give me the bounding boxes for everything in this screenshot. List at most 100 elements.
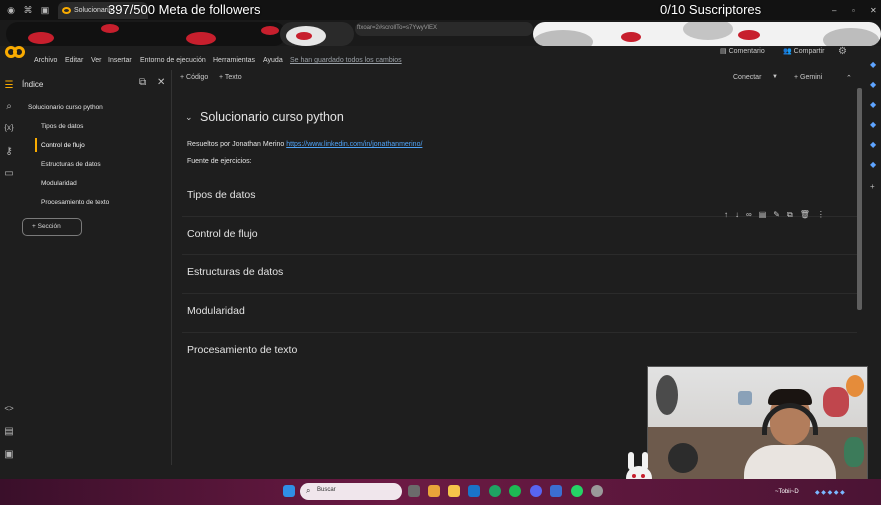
menu-help[interactable]: Ayuda: [263, 57, 283, 64]
toc-item-modularidad[interactable]: Modularidad: [41, 180, 77, 187]
connect-button[interactable]: Conectar: [733, 74, 761, 81]
connect-dropdown-icon[interactable]: ▼: [772, 74, 778, 80]
menu-runtime[interactable]: Entorno de ejecución: [140, 57, 206, 64]
minimize-icon[interactable]: –: [832, 6, 836, 15]
screen: ◉ ⌘ ▣ Solucionario – ▫ ✕ 397/500 Meta de…: [0, 0, 881, 505]
tray-text: ~Tobii~D: [775, 489, 799, 495]
toc-icon[interactable]: ☰: [3, 80, 15, 91]
copy-icon[interactable]: ⧉: [787, 210, 800, 219]
stream-cloud-banner-left: [6, 22, 286, 46]
chrome-icon[interactable]: [489, 485, 501, 497]
share-button[interactable]: 👥 Compartir: [783, 47, 824, 55]
gemini-button[interactable]: + Gemini: [794, 74, 822, 81]
taskbar-search[interactable]: ⌕ Buscar: [300, 483, 402, 500]
section-procesamiento-de-texto[interactable]: Procesamiento de texto: [187, 344, 297, 356]
cell-toolbar: ↑↓∞▤✎⧉🗑⋮: [724, 210, 832, 220]
add-code-button[interactable]: + Código: [180, 74, 208, 81]
tab-title: Solucionario: [74, 7, 113, 14]
obs-icon[interactable]: [591, 485, 603, 497]
comment-icon: ▤: [720, 48, 729, 55]
delete-icon[interactable]: 🗑: [800, 210, 817, 219]
right-extension-bar: ◆ ◆ ◆ ◆ ◆ ◆ +: [866, 46, 881, 466]
scrollbar[interactable]: [857, 88, 862, 310]
comment-button[interactable]: ▤ Comentario: [720, 47, 765, 55]
outlook-icon[interactable]: [468, 485, 480, 497]
code-snippets-icon[interactable]: <>: [3, 404, 15, 413]
gear-icon[interactable]: ⚙: [838, 46, 847, 57]
url-bar[interactable]: ftxoar=2#scrollTo=s7YwyVlEX: [355, 22, 533, 36]
section-modularidad[interactable]: Modularidad: [187, 305, 245, 317]
extension-icon[interactable]: ◆: [870, 140, 876, 149]
followers-goal: 397/500 Meta de followers: [108, 2, 261, 17]
spotify-icon[interactable]: [509, 485, 521, 497]
menu-file[interactable]: Archivo: [34, 57, 57, 64]
menu-insert[interactable]: Insertar: [108, 57, 132, 64]
extension-icon[interactable]: ◆: [870, 60, 876, 69]
maximize-icon[interactable]: ▫: [852, 6, 855, 15]
toc-title: Índice: [22, 80, 44, 89]
store-icon[interactable]: [428, 485, 440, 497]
move-down-icon[interactable]: ↓: [735, 210, 746, 219]
whatsapp-icon[interactable]: [571, 485, 583, 497]
comment-cell-icon[interactable]: ▤: [759, 210, 774, 219]
extension-icon[interactable]: ◆: [870, 100, 876, 109]
add-text-button[interactable]: + Texto: [219, 74, 242, 81]
notebook-title: Solucionario curso python: [200, 110, 344, 124]
edit-pencil-icon[interactable]: ✎: [773, 210, 787, 219]
toc-item-procesamiento-de-texto[interactable]: Procesamiento de texto: [41, 199, 109, 206]
search-icon: ⌕: [306, 486, 311, 495]
close-icon[interactable]: ✕: [157, 77, 165, 88]
menu-view[interactable]: Ver: [91, 57, 102, 64]
terminal-icon[interactable]: ▣: [3, 449, 15, 460]
colab-logo[interactable]: [5, 46, 27, 58]
more-options-icon[interactable]: ⋮: [817, 210, 832, 219]
open-in-tab-icon[interactable]: ⧉: [139, 77, 146, 88]
cell-divider: [182, 293, 857, 294]
section-tipos-de-datos[interactable]: Tipos de datos: [187, 189, 256, 201]
sources-label: Fuente de ejercicios:: [187, 158, 252, 165]
bitwarden-icon[interactable]: [550, 485, 562, 497]
extension-icon[interactable]: ◆: [870, 80, 876, 89]
tab-list-icon[interactable]: ▣: [40, 5, 50, 15]
link-icon[interactable]: ∞: [746, 210, 759, 219]
search-icon[interactable]: ⌕: [3, 101, 15, 112]
variables-icon[interactable]: {x}: [3, 123, 15, 132]
extension-icon[interactable]: ◆: [870, 160, 876, 169]
task-view-icon[interactable]: [408, 485, 420, 497]
menu-tools[interactable]: Herramientas: [213, 57, 255, 64]
profile-icon[interactable]: ◉: [6, 5, 16, 15]
close-window-icon[interactable]: ✕: [870, 6, 877, 15]
author-line: Resueltos por Jonathan Merino https://ww…: [187, 141, 423, 148]
toc-item-estructuras-de-datos[interactable]: Estructuras de datos: [41, 161, 101, 168]
toc-item-control-de-flujo[interactable]: Control de flujo: [41, 142, 85, 149]
saved-status[interactable]: Se han guardado todos los cambios: [290, 57, 402, 64]
people-icon: 👥: [783, 48, 794, 55]
section-estructuras-de-datos[interactable]: Estructuras de datos: [187, 266, 283, 278]
move-up-icon[interactable]: ↑: [724, 210, 735, 219]
tab-groups-icon[interactable]: ⌘: [23, 5, 33, 15]
collapse-toolbar-icon[interactable]: ⌃: [846, 74, 852, 82]
notebook-toolbar: + Código + Texto Conectar ▼ + Gemini ⌃: [172, 70, 862, 88]
add-section-button[interactable]: + Sección: [22, 218, 82, 236]
menu-edit[interactable]: Editar: [65, 57, 83, 64]
linkedin-link[interactable]: https://www.linkedin.com/in/jonathanmeri…: [286, 141, 422, 148]
webcam-feed: [647, 366, 868, 492]
start-icon[interactable]: [283, 485, 295, 497]
chevron-down-icon[interactable]: ⌄: [185, 112, 193, 123]
secrets-key-icon[interactable]: ⚷: [3, 146, 15, 157]
tray-icons[interactable]: ◆ ◆ ◆ ◆ ◆: [815, 489, 845, 496]
toc-item-tipos-de-datos[interactable]: Tipos de datos: [41, 123, 83, 130]
folder-icon[interactable]: ▭: [3, 168, 15, 179]
extension-icon[interactable]: ◆: [870, 120, 876, 129]
plus-icon[interactable]: +: [870, 182, 875, 191]
command-palette-icon[interactable]: ▤: [3, 426, 15, 437]
discord-icon[interactable]: [530, 485, 542, 497]
file-explorer-icon[interactable]: [448, 485, 460, 497]
stream-cloud-banner-mid: [280, 22, 354, 46]
toc-active-indicator: [35, 138, 37, 152]
subscribers-goal: 0/10 Suscriptores: [660, 2, 762, 17]
section-control-de-flujo[interactable]: Control de flujo: [187, 228, 258, 240]
left-rail: ☰ ⌕ {x} ⚷ ▭ <> ▤ ▣: [0, 70, 18, 465]
cell-divider: [182, 332, 857, 333]
toc-item-solucionario[interactable]: Solucionario curso python: [28, 104, 103, 111]
